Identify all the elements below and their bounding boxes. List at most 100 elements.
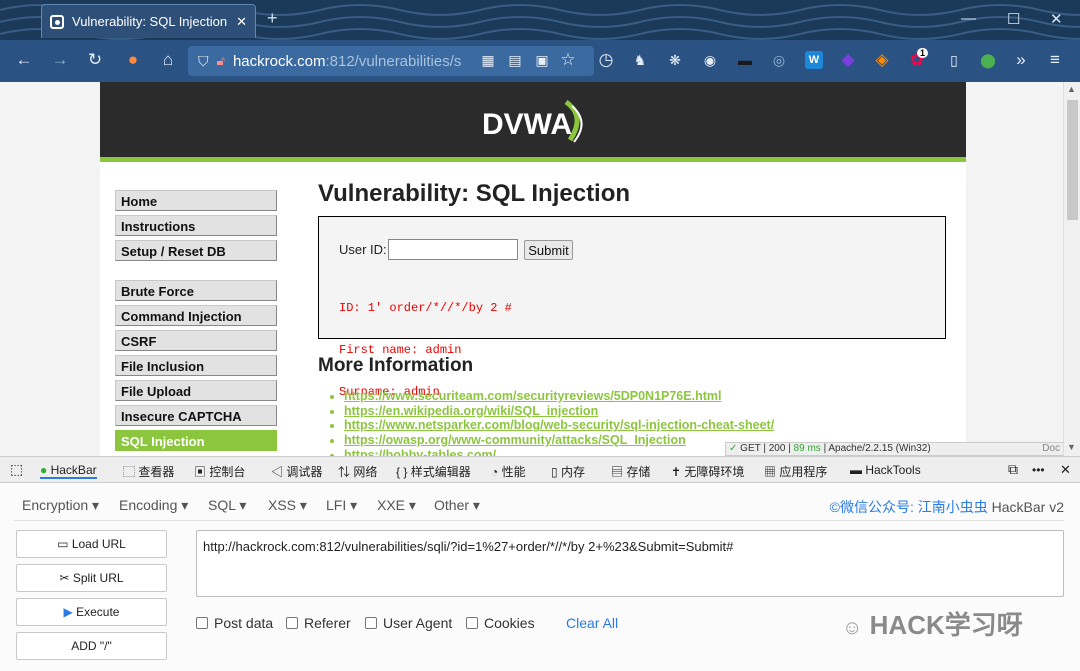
extension-badge-count: 1: [917, 48, 929, 58]
screenshot-icon[interactable]: ▤: [503, 49, 527, 71]
active-tab[interactable]: Vulnerability: SQL Injection :: ✕: [41, 4, 256, 38]
close-devtools-icon[interactable]: ✕: [1060, 462, 1071, 478]
wechat-icon: ☺: [842, 617, 863, 639]
element-picker-icon[interactable]: ⬚: [10, 461, 23, 478]
scroll-down-icon[interactable]: ▼: [1067, 442, 1076, 452]
dock-icon[interactable]: ⧉: [1008, 461, 1018, 478]
clear-all-link[interactable]: Clear All: [566, 615, 618, 631]
tab-title: Vulnerability: SQL Injection ::: [72, 14, 231, 29]
devtools-tab-hackbar[interactable]: ● HackBar: [40, 463, 97, 479]
qr-code-icon[interactable]: ▦: [476, 49, 500, 71]
split-url-button[interactable]: ✂ Split URL: [16, 564, 167, 592]
minimize-icon[interactable]: —: [961, 10, 976, 27]
menu-encoding[interactable]: Encoding ▾: [119, 497, 188, 514]
menu-xss[interactable]: XSS ▾: [268, 497, 307, 514]
extension-w-icon[interactable]: W: [805, 51, 823, 69]
reference-link[interactable]: https://en.wikipedia.org/wiki/SQL_inject…: [344, 404, 598, 418]
shield-icon[interactable]: ⛉: [198, 53, 209, 70]
menu-item-insecure-captcha[interactable]: Insecure CAPTCHA: [115, 405, 277, 426]
devtools-tab-memory[interactable]: ▯ 内存: [551, 463, 585, 480]
extension-icon-3[interactable]: ◉: [698, 49, 722, 71]
home-icon[interactable]: ⌂: [156, 49, 180, 71]
forward-icon[interactable]: →: [48, 49, 72, 71]
menu-sql[interactable]: SQL ▾: [208, 497, 246, 514]
sidebar-icon[interactable]: ▯: [942, 49, 966, 71]
userid-input[interactable]: [388, 239, 518, 260]
play-icon: ▶: [63, 605, 73, 619]
url-path: :812/vulnerabilities/s: [325, 52, 462, 70]
menu-xxe[interactable]: XXE ▾: [377, 497, 416, 514]
referer-checkbox[interactable]: Referer: [286, 615, 351, 631]
close-tab-icon[interactable]: ✕: [236, 14, 247, 30]
hackbar-menubar: Encryption ▾ Encoding ▾ SQL ▾ XSS ▾ LFI …: [14, 491, 1064, 521]
extension-icon-4[interactable]: ▬: [733, 49, 757, 71]
new-tab-icon[interactable]: +: [267, 8, 278, 29]
scroll-up-icon[interactable]: ▲: [1067, 84, 1076, 94]
tab-bar: Vulnerability: SQL Injection :: ✕ + — ☐ …: [0, 0, 1080, 40]
menu-item-brute-force[interactable]: Brute Force: [115, 280, 277, 301]
devtools-tab-network[interactable]: ⇅ 网络: [338, 463, 377, 480]
hackbar-url-textarea[interactable]: http://hackrock.com:812/vulnerabilities/…: [196, 530, 1064, 597]
firefox-extension-icon[interactable]: ●: [121, 49, 145, 71]
devtools-tab-debugger[interactable]: ◁ 调试器: [271, 463, 322, 480]
scrollbar-thumb[interactable]: [1067, 100, 1078, 220]
devtools-more-icon[interactable]: •••: [1032, 463, 1045, 477]
maximize-icon[interactable]: ☐: [1007, 10, 1020, 28]
back-icon[interactable]: ←: [12, 49, 36, 71]
overflow-chevron-icon[interactable]: »: [1009, 49, 1033, 71]
reference-link[interactable]: https://www.netsparker.com/blog/web-secu…: [344, 418, 774, 432]
menu-item-file-upload[interactable]: File Upload: [115, 380, 277, 401]
menu-other[interactable]: Other ▾: [434, 497, 480, 514]
load-url-button[interactable]: ▭ Load URL: [16, 530, 167, 558]
post-data-checkbox[interactable]: Post data: [196, 615, 273, 631]
cookies-checkbox[interactable]: Cookies: [466, 615, 535, 631]
extension-purple-icon[interactable]: ◆: [836, 49, 860, 71]
menu-item-csrf[interactable]: CSRF: [115, 330, 277, 351]
extension-toggle-icon[interactable]: ⬤: [976, 49, 1000, 71]
reference-link[interactable]: https://owasp.org/www-community/attacks/…: [344, 433, 686, 447]
devtools-tab-hacktools[interactable]: ▬ HackTools: [850, 463, 921, 477]
dvwa-container: DVWA Home Instructions Setup / Reset DB Br…: [100, 82, 966, 456]
menu-item-setup-reset-db[interactable]: Setup / Reset DB: [115, 240, 277, 261]
more-info-heading: More Information: [318, 355, 474, 376]
extension-icon-2[interactable]: ❋: [663, 49, 687, 71]
devtools-tab-accessibility[interactable]: ✝ 无障碍环境: [671, 463, 744, 480]
page-scrollbar[interactable]: ▲ ▼: [1063, 82, 1080, 456]
hackbar-icon: ●: [40, 463, 48, 477]
menu-encryption[interactable]: Encryption ▾: [22, 497, 99, 514]
dvwa-menu: Home Instructions Setup / Reset DB Brute F…: [115, 190, 277, 455]
reader-icon[interactable]: ▣: [530, 49, 554, 71]
devtools-tab-style-editor[interactable]: { } 样式编辑器: [396, 463, 471, 480]
menu-item-file-inclusion[interactable]: File Inclusion: [115, 355, 277, 376]
close-window-icon[interactable]: ✕: [1050, 10, 1063, 28]
reload-icon[interactable]: ↻: [83, 49, 107, 71]
devtools-tab-inspector[interactable]: ⬚ 查看器: [123, 463, 174, 480]
devtools-tab-performance[interactable]: ◔ 性能: [491, 463, 526, 480]
menu-item-instructions[interactable]: Instructions: [115, 215, 277, 236]
extension-eye-icon[interactable]: ◎: [767, 49, 791, 71]
menu-lfi[interactable]: LFI ▾: [326, 497, 357, 514]
extension-shield-icon[interactable]: ◈: [870, 49, 894, 71]
menu-item-command-injection[interactable]: Command Injection: [115, 305, 277, 326]
devtools-tab-application[interactable]: ▦ 应用程序: [764, 463, 827, 480]
menu-item-sql-injection[interactable]: SQL Injection: [115, 430, 277, 451]
url-host: hackrock.com: [232, 52, 326, 70]
reference-link[interactable]: https://bobby-tables.com/: [344, 448, 496, 456]
submit-button[interactable]: Submit: [524, 240, 573, 260]
status-server: | Apache/2.2.15 (Win32): [823, 443, 931, 454]
hamburger-menu-icon[interactable]: ≡: [1043, 49, 1067, 71]
history-clock-icon[interactable]: ◷: [594, 49, 618, 71]
devtools-tab-console[interactable]: ▣ 控制台: [194, 463, 245, 480]
user-agent-checkbox[interactable]: User Agent: [365, 615, 452, 631]
execute-button[interactable]: ▶ Execute: [16, 598, 167, 626]
extension-icon-1[interactable]: ♞: [628, 49, 652, 71]
scissors-icon: ✂: [59, 571, 70, 585]
menu-item-home[interactable]: Home: [115, 190, 277, 211]
add-slash-button[interactable]: ADD "/": [16, 632, 167, 660]
insecure-lock-icon[interactable]: 🔓︎: [217, 53, 225, 69]
load-url-icon: ▭: [57, 537, 69, 551]
reference-link[interactable]: https://www.securiteam.com/securityrevie…: [344, 389, 721, 403]
dvwa-header: DVWA: [100, 82, 966, 162]
bookmark-star-icon[interactable]: ☆: [556, 49, 580, 71]
devtools-tab-storage[interactable]: ▤ 存储: [611, 463, 650, 480]
